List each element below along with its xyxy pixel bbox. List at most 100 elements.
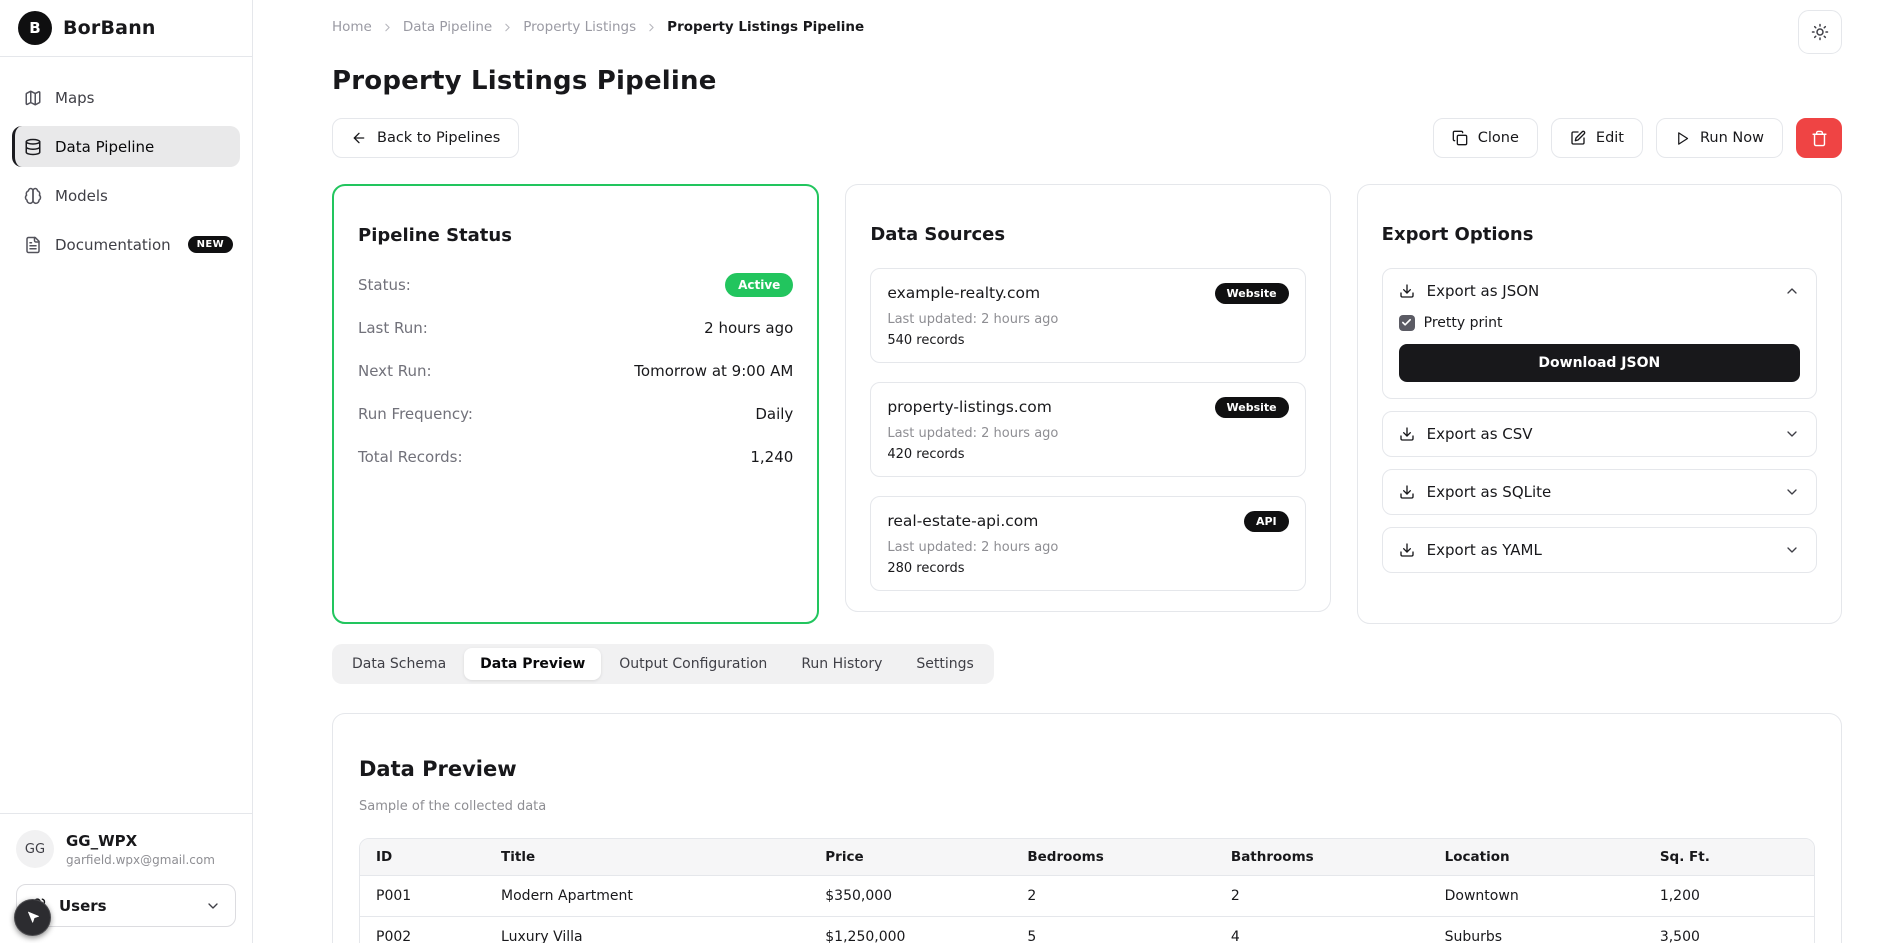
sidebar: B BorBann Maps Data Pipeline Models	[0, 0, 253, 943]
sun-icon	[1811, 23, 1829, 41]
export-csv-accordion: Export as CSV	[1382, 411, 1817, 457]
brand-name: BorBann	[63, 17, 156, 39]
pretty-print-option[interactable]: Pretty print	[1399, 315, 1800, 331]
column-header-id: ID	[360, 839, 485, 876]
export-options-title: Export Options	[1382, 224, 1817, 245]
data-source-item[interactable]: real-estate-api.com API Last updated: 2 …	[870, 496, 1305, 591]
clone-button[interactable]: Clone	[1433, 118, 1538, 158]
export-sqlite-header[interactable]: Export as SQLite	[1383, 470, 1816, 514]
source-name: real-estate-api.com	[887, 512, 1038, 530]
table-header-row: ID Title Price Bedrooms Bathrooms Locati…	[360, 839, 1814, 876]
tab-settings[interactable]: Settings	[900, 648, 989, 680]
column-header-title: Title	[485, 839, 809, 876]
trash-icon	[1811, 130, 1828, 147]
data-preview-subtitle: Sample of the collected data	[359, 799, 1815, 814]
export-json-accordion: Export as JSON Pretty print	[1382, 268, 1817, 399]
user-profile[interactable]: GG GG_WPX garfield.wpx@gmail.com	[16, 830, 236, 868]
sidebar-item-models[interactable]: Models	[12, 175, 240, 216]
data-preview-table: ID Title Price Bedrooms Bathrooms Locati…	[359, 838, 1815, 943]
brain-icon	[24, 187, 42, 205]
source-name: example-realty.com	[887, 284, 1040, 302]
cell-price: $350,000	[809, 875, 1011, 916]
export-options-card: Export Options Export as JSON	[1357, 184, 1842, 624]
cell-bathrooms: 4	[1215, 916, 1429, 943]
data-sources-card: Data Sources example-realty.com Website …	[845, 184, 1330, 612]
data-sources-title: Data Sources	[870, 224, 1305, 245]
source-type-badge: Website	[1215, 397, 1289, 418]
source-records: 280 records	[887, 561, 1288, 576]
table-row: P001 Modern Apartment $350,000 2 2 Downt…	[360, 875, 1814, 916]
edit-button[interactable]: Edit	[1551, 118, 1643, 158]
source-updated: Last updated: 2 hours ago	[887, 312, 1288, 327]
delete-button[interactable]	[1796, 118, 1842, 158]
data-source-item[interactable]: property-listings.com Website Last updat…	[870, 382, 1305, 477]
sidebar-item-label: Documentation	[55, 236, 171, 254]
pretty-print-label: Pretty print	[1424, 315, 1503, 331]
data-preview-title: Data Preview	[359, 757, 1815, 781]
cell-sqft: 1,200	[1644, 875, 1814, 916]
map-icon	[24, 89, 42, 107]
mouse-cursor	[14, 899, 51, 936]
copy-icon	[1452, 130, 1468, 146]
back-to-pipelines-button[interactable]: Back to Pipelines	[332, 118, 519, 158]
database-icon	[24, 138, 42, 156]
column-header-sqft: Sq. Ft.	[1644, 839, 1814, 876]
cell-id: P001	[360, 875, 485, 916]
sidebar-nav: Maps Data Pipeline Models Documentation	[0, 57, 252, 285]
source-records: 420 records	[887, 447, 1288, 462]
last-run-label: Last Run:	[358, 319, 428, 337]
breadcrumb-home[interactable]: Home	[332, 19, 372, 35]
brand-logo-letter: B	[29, 19, 40, 37]
download-icon	[1399, 426, 1415, 442]
checkbox-checked-icon[interactable]	[1399, 315, 1415, 331]
export-json-header[interactable]: Export as JSON	[1383, 269, 1816, 313]
download-icon	[1399, 283, 1415, 299]
sidebar-item-documentation[interactable]: Documentation NEW	[12, 224, 240, 265]
column-header-price: Price	[809, 839, 1011, 876]
total-records-label: Total Records:	[358, 448, 463, 466]
total-records-value: 1,240	[750, 448, 793, 466]
app-window: B BorBann Maps Data Pipeline Models	[0, 0, 1889, 943]
download-json-button[interactable]: Download JSON	[1399, 344, 1800, 382]
run-now-button-label: Run Now	[1700, 130, 1764, 146]
sidebar-item-maps[interactable]: Maps	[12, 77, 240, 118]
data-source-item[interactable]: example-realty.com Website Last updated:…	[870, 268, 1305, 363]
sidebar-item-label: Maps	[55, 89, 94, 107]
export-yaml-header[interactable]: Export as YAML	[1383, 528, 1816, 572]
download-icon	[1399, 484, 1415, 500]
breadcrumb-current: Property Listings Pipeline	[667, 19, 864, 35]
detail-tabs: Data Schema Data Preview Output Configur…	[332, 644, 994, 684]
new-badge: NEW	[188, 236, 233, 253]
pencil-icon	[1570, 130, 1586, 146]
source-updated: Last updated: 2 hours ago	[887, 426, 1288, 441]
chevron-down-icon	[205, 898, 221, 914]
column-header-bedrooms: Bedrooms	[1011, 839, 1215, 876]
column-header-location: Location	[1429, 839, 1644, 876]
source-updated: Last updated: 2 hours ago	[887, 540, 1288, 555]
avatar: GG	[16, 830, 54, 868]
chevron-down-icon	[1784, 426, 1800, 442]
status-row: Next Run: Tomorrow at 9:00 AM	[358, 359, 793, 383]
sidebar-item-data-pipeline[interactable]: Data Pipeline	[12, 126, 240, 167]
tab-data-schema[interactable]: Data Schema	[336, 648, 462, 680]
run-frequency-value: Daily	[755, 405, 793, 423]
breadcrumb-data-pipeline[interactable]: Data Pipeline	[403, 19, 492, 35]
export-json-label: Export as JSON	[1427, 282, 1540, 300]
cell-location: Downtown	[1429, 875, 1644, 916]
cell-bedrooms: 2	[1011, 875, 1215, 916]
cell-title: Luxury Villa	[485, 916, 809, 943]
status-row: Run Frequency: Daily	[358, 402, 793, 426]
chevron-right-icon	[645, 21, 658, 34]
sidebar-item-label: Data Pipeline	[55, 138, 154, 156]
export-yaml-label: Export as YAML	[1427, 541, 1542, 559]
tab-run-history[interactable]: Run History	[785, 648, 898, 680]
pipeline-status-title: Pipeline Status	[358, 225, 793, 246]
breadcrumb-property-listings[interactable]: Property Listings	[523, 19, 636, 35]
status-badge: Active	[725, 273, 793, 297]
tab-output-configuration[interactable]: Output Configuration	[603, 648, 783, 680]
theme-toggle-button[interactable]	[1798, 10, 1842, 54]
export-csv-header[interactable]: Export as CSV	[1383, 412, 1816, 456]
tab-data-preview[interactable]: Data Preview	[464, 648, 601, 680]
run-now-button[interactable]: Run Now	[1656, 118, 1783, 158]
breadcrumb: Home Data Pipeline Property Listings Pro…	[332, 10, 864, 35]
